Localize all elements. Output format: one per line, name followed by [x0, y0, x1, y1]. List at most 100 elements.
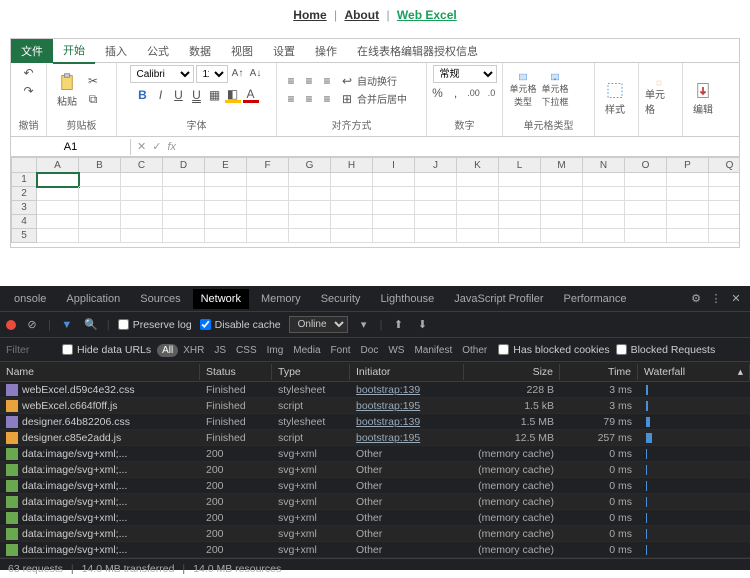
cell[interactable]: [121, 173, 163, 187]
cell[interactable]: [37, 229, 79, 243]
close-icon[interactable]: ✕: [728, 291, 744, 307]
cell[interactable]: [541, 215, 583, 229]
styles-button[interactable]: 样式: [601, 80, 629, 116]
filter-type-css[interactable]: CSS: [231, 344, 262, 357]
cell[interactable]: [415, 173, 457, 187]
initiator[interactable]: bootstrap:195: [350, 432, 464, 444]
network-row[interactable]: data:image/svg+xml;...200svg+xmlOther(me…: [0, 494, 750, 510]
cell[interactable]: [457, 173, 499, 187]
col-header[interactable]: Q: [709, 157, 739, 173]
cell[interactable]: [373, 229, 415, 243]
cell[interactable]: [163, 229, 205, 243]
align-center-icon[interactable]: ≡: [301, 91, 317, 107]
increase-decimal-icon[interactable]: .00: [466, 85, 482, 101]
cell[interactable]: [541, 173, 583, 187]
col-header[interactable]: N: [583, 157, 625, 173]
undo-icon[interactable]: ↶: [21, 65, 37, 81]
decrease-decimal-icon[interactable]: .0: [484, 85, 500, 101]
col-size[interactable]: Size: [464, 364, 560, 380]
name-box[interactable]: A1: [11, 139, 131, 155]
select-all-corner[interactable]: [11, 157, 37, 173]
network-row[interactable]: data:image/svg+xml;...200svg+xmlOther(me…: [0, 478, 750, 494]
cell[interactable]: [499, 229, 541, 243]
cell[interactable]: [625, 201, 667, 215]
cell[interactable]: [163, 215, 205, 229]
network-row[interactable]: webExcel.d59c4e32.cssFinishedstylesheetb…: [0, 382, 750, 398]
cell[interactable]: [121, 187, 163, 201]
col-header[interactable]: C: [121, 157, 163, 173]
initiator[interactable]: bootstrap:195: [350, 400, 464, 412]
network-row[interactable]: webExcel.c664f0ff.jsFinishedscriptbootst…: [0, 398, 750, 414]
col-name[interactable]: Name: [0, 364, 200, 380]
cell[interactable]: [331, 187, 373, 201]
row-header[interactable]: 3: [11, 201, 37, 215]
align-middle-icon[interactable]: ≡: [301, 73, 317, 89]
cell[interactable]: [667, 229, 709, 243]
col-header[interactable]: L: [499, 157, 541, 173]
search-icon[interactable]: 🔍: [83, 317, 99, 333]
celltype-button[interactable]: 单元格类型: [509, 72, 537, 108]
ribbon-tab-0[interactable]: 文件: [11, 39, 53, 63]
network-row[interactable]: data:image/svg+xml;...200svg+xmlOther(me…: [0, 446, 750, 462]
ribbon-tab-2[interactable]: 插入: [95, 39, 137, 63]
filter-toggle-icon[interactable]: ▼: [59, 317, 75, 333]
paste-button[interactable]: 粘贴: [53, 72, 81, 108]
filter-type-doc[interactable]: Doc: [356, 344, 384, 357]
celltype-dropdown-button[interactable]: 单元格下拉框: [541, 72, 569, 108]
preserve-log-check[interactable]: Preserve log: [118, 319, 192, 331]
cell[interactable]: [709, 229, 739, 243]
cell[interactable]: [499, 201, 541, 215]
col-header[interactable]: G: [289, 157, 331, 173]
cell[interactable]: [667, 187, 709, 201]
filter-type-js[interactable]: JS: [209, 344, 231, 357]
cell[interactable]: [289, 215, 331, 229]
filter-type-media[interactable]: Media: [288, 344, 325, 357]
fx-icon[interactable]: fx: [167, 141, 176, 153]
cell[interactable]: [709, 201, 739, 215]
devtools-tab-onsole[interactable]: onsole: [6, 289, 54, 309]
filter-type-font[interactable]: Font: [326, 344, 356, 357]
wrap-text-button[interactable]: ↩自动换行: [339, 73, 407, 89]
border-icon[interactable]: ▦: [207, 87, 223, 103]
cell[interactable]: [415, 187, 457, 201]
cell[interactable]: [205, 215, 247, 229]
cell[interactable]: [205, 201, 247, 215]
cell[interactable]: [331, 173, 373, 187]
cell[interactable]: [667, 173, 709, 187]
gear-icon[interactable]: ⚙: [688, 291, 704, 307]
network-row[interactable]: data:image/svg+xml;...200svg+xmlOther(me…: [0, 462, 750, 478]
row-header[interactable]: 1: [11, 173, 37, 187]
col-header[interactable]: B: [79, 157, 121, 173]
number-format-select[interactable]: 常规: [433, 65, 497, 83]
cell[interactable]: [163, 187, 205, 201]
nav-home[interactable]: Home: [293, 8, 326, 22]
cell[interactable]: [709, 173, 739, 187]
initiator[interactable]: bootstrap:139: [350, 416, 464, 428]
cell[interactable]: [373, 201, 415, 215]
cells-button[interactable]: 单元格: [645, 80, 673, 116]
network-row[interactable]: designer.64b82206.cssFinishedstylesheetb…: [0, 414, 750, 430]
align-bottom-icon[interactable]: ≡: [319, 73, 335, 89]
cell[interactable]: [373, 173, 415, 187]
cell[interactable]: [709, 187, 739, 201]
comma-icon[interactable]: ,: [448, 85, 464, 101]
align-left-icon[interactable]: ≡: [283, 91, 299, 107]
cell[interactable]: [205, 229, 247, 243]
cell[interactable]: [37, 215, 79, 229]
hide-data-urls-check[interactable]: Hide data URLs: [62, 344, 151, 356]
ribbon-tab-1[interactable]: 开始: [53, 38, 95, 64]
col-status[interactable]: Status: [200, 364, 272, 380]
cell[interactable]: [625, 215, 667, 229]
cell[interactable]: [289, 229, 331, 243]
devtools-tab-javascript profiler[interactable]: JavaScript Profiler: [446, 289, 551, 309]
cell[interactable]: [457, 187, 499, 201]
align-right-icon[interactable]: ≡: [319, 91, 335, 107]
cell[interactable]: [289, 173, 331, 187]
devtools-tab-application[interactable]: Application: [58, 289, 128, 309]
font-color-icon[interactable]: A: [243, 87, 259, 103]
cell[interactable]: [457, 229, 499, 243]
cell[interactable]: [37, 187, 79, 201]
filter-type-xhr[interactable]: XHR: [178, 344, 209, 357]
row-header[interactable]: 2: [11, 187, 37, 201]
double-underline-icon[interactable]: U: [189, 87, 205, 103]
